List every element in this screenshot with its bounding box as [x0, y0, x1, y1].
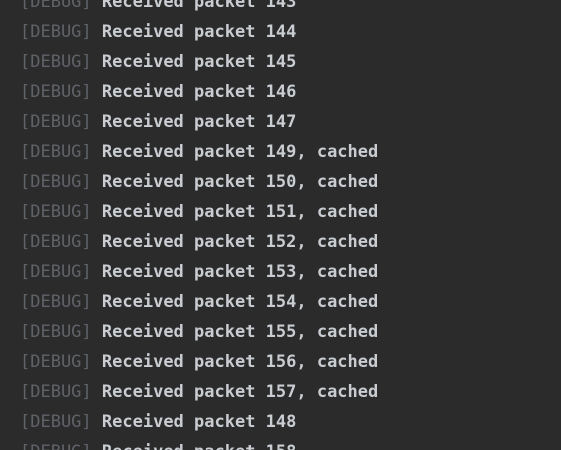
log-line: [DEBUG] Received packet 151, cached — [20, 197, 378, 227]
log-line: [DEBUG] Received packet 143 — [20, 0, 378, 17]
log-level-tag: [DEBUG] — [20, 52, 92, 72]
log-level-tag: [DEBUG] — [20, 412, 92, 432]
log-message: Received packet 152, cached — [101, 232, 379, 252]
log-line: [DEBUG] Received packet 152, cached — [20, 227, 378, 257]
log-message: Received packet 158 — [102, 442, 296, 450]
log-level-tag: [DEBUG] — [20, 322, 92, 342]
log-level-tag: [DEBUG] — [20, 202, 92, 222]
log-level-tag: [DEBUG] — [20, 382, 92, 402]
log-line: [DEBUG] Received packet 149, cached — [20, 137, 378, 167]
log-level-tag: [DEBUG] — [20, 232, 92, 252]
log-message: Received packet 150, cached — [101, 172, 379, 192]
console-output[interactable]: [DEBUG] Received packet 143 [DEBUG] Rece… — [0, 0, 561, 450]
log-message: Received packet 153, cached — [101, 262, 379, 282]
log-line: [DEBUG] Received packet 150, cached — [20, 167, 378, 197]
log-line: [DEBUG] Received packet 153, cached — [20, 257, 378, 287]
log-line: [DEBUG] Received packet 146 — [20, 77, 378, 107]
log-message: Received packet 156, cached — [101, 352, 379, 372]
log-level-tag: [DEBUG] — [20, 142, 92, 162]
log-message: Received packet 154, cached — [101, 292, 379, 312]
log-message: Received packet 146 — [101, 82, 297, 102]
log-level-tag: [DEBUG] — [20, 262, 92, 282]
log-level-tag: [DEBUG] — [20, 82, 92, 102]
log-level-tag: [DEBUG] — [20, 22, 92, 42]
log-line: [DEBUG] Received packet 154, cached — [20, 287, 378, 317]
log-line: [DEBUG] Received packet 147 — [20, 107, 378, 137]
log-message: Received packet 155, cached — [101, 322, 379, 342]
log-message: Received packet 147 — [101, 112, 297, 132]
log-level-tag: [DEBUG] — [20, 112, 92, 132]
log-message: Received packet 151, cached — [101, 202, 379, 222]
log-message: Received packet 157, cached — [101, 382, 379, 402]
log-level-tag: [DEBUG] — [20, 172, 92, 192]
log-level-tag: [DEBUG] — [20, 352, 92, 372]
log-level-tag: [DEBUG] — [20, 442, 92, 450]
log-line: [DEBUG] Received packet 157, cached — [20, 377, 378, 407]
log-message: Received packet 143 — [101, 0, 297, 12]
log-message: Received packet 149, cached — [101, 142, 379, 162]
log-line: [DEBUG] Received packet 144 — [20, 17, 378, 47]
log-line: [DEBUG] Received packet 148 — [20, 407, 378, 437]
log-line: [DEBUG] Received packet 158 — [20, 437, 378, 450]
log-line: [DEBUG] Received packet 145 — [20, 47, 378, 77]
log-line: [DEBUG] Received packet 156, cached — [20, 347, 378, 377]
log-line: [DEBUG] Received packet 155, cached — [20, 317, 378, 347]
log-message: Received packet 145 — [101, 52, 297, 72]
log-level-tag: [DEBUG] — [20, 292, 92, 312]
log-lines: [DEBUG] Received packet 143 [DEBUG] Rece… — [20, 0, 378, 450]
log-message: Received packet 148 — [101, 412, 297, 432]
log-message: Received packet 144 — [101, 22, 297, 42]
log-level-tag: [DEBUG] — [20, 0, 92, 12]
